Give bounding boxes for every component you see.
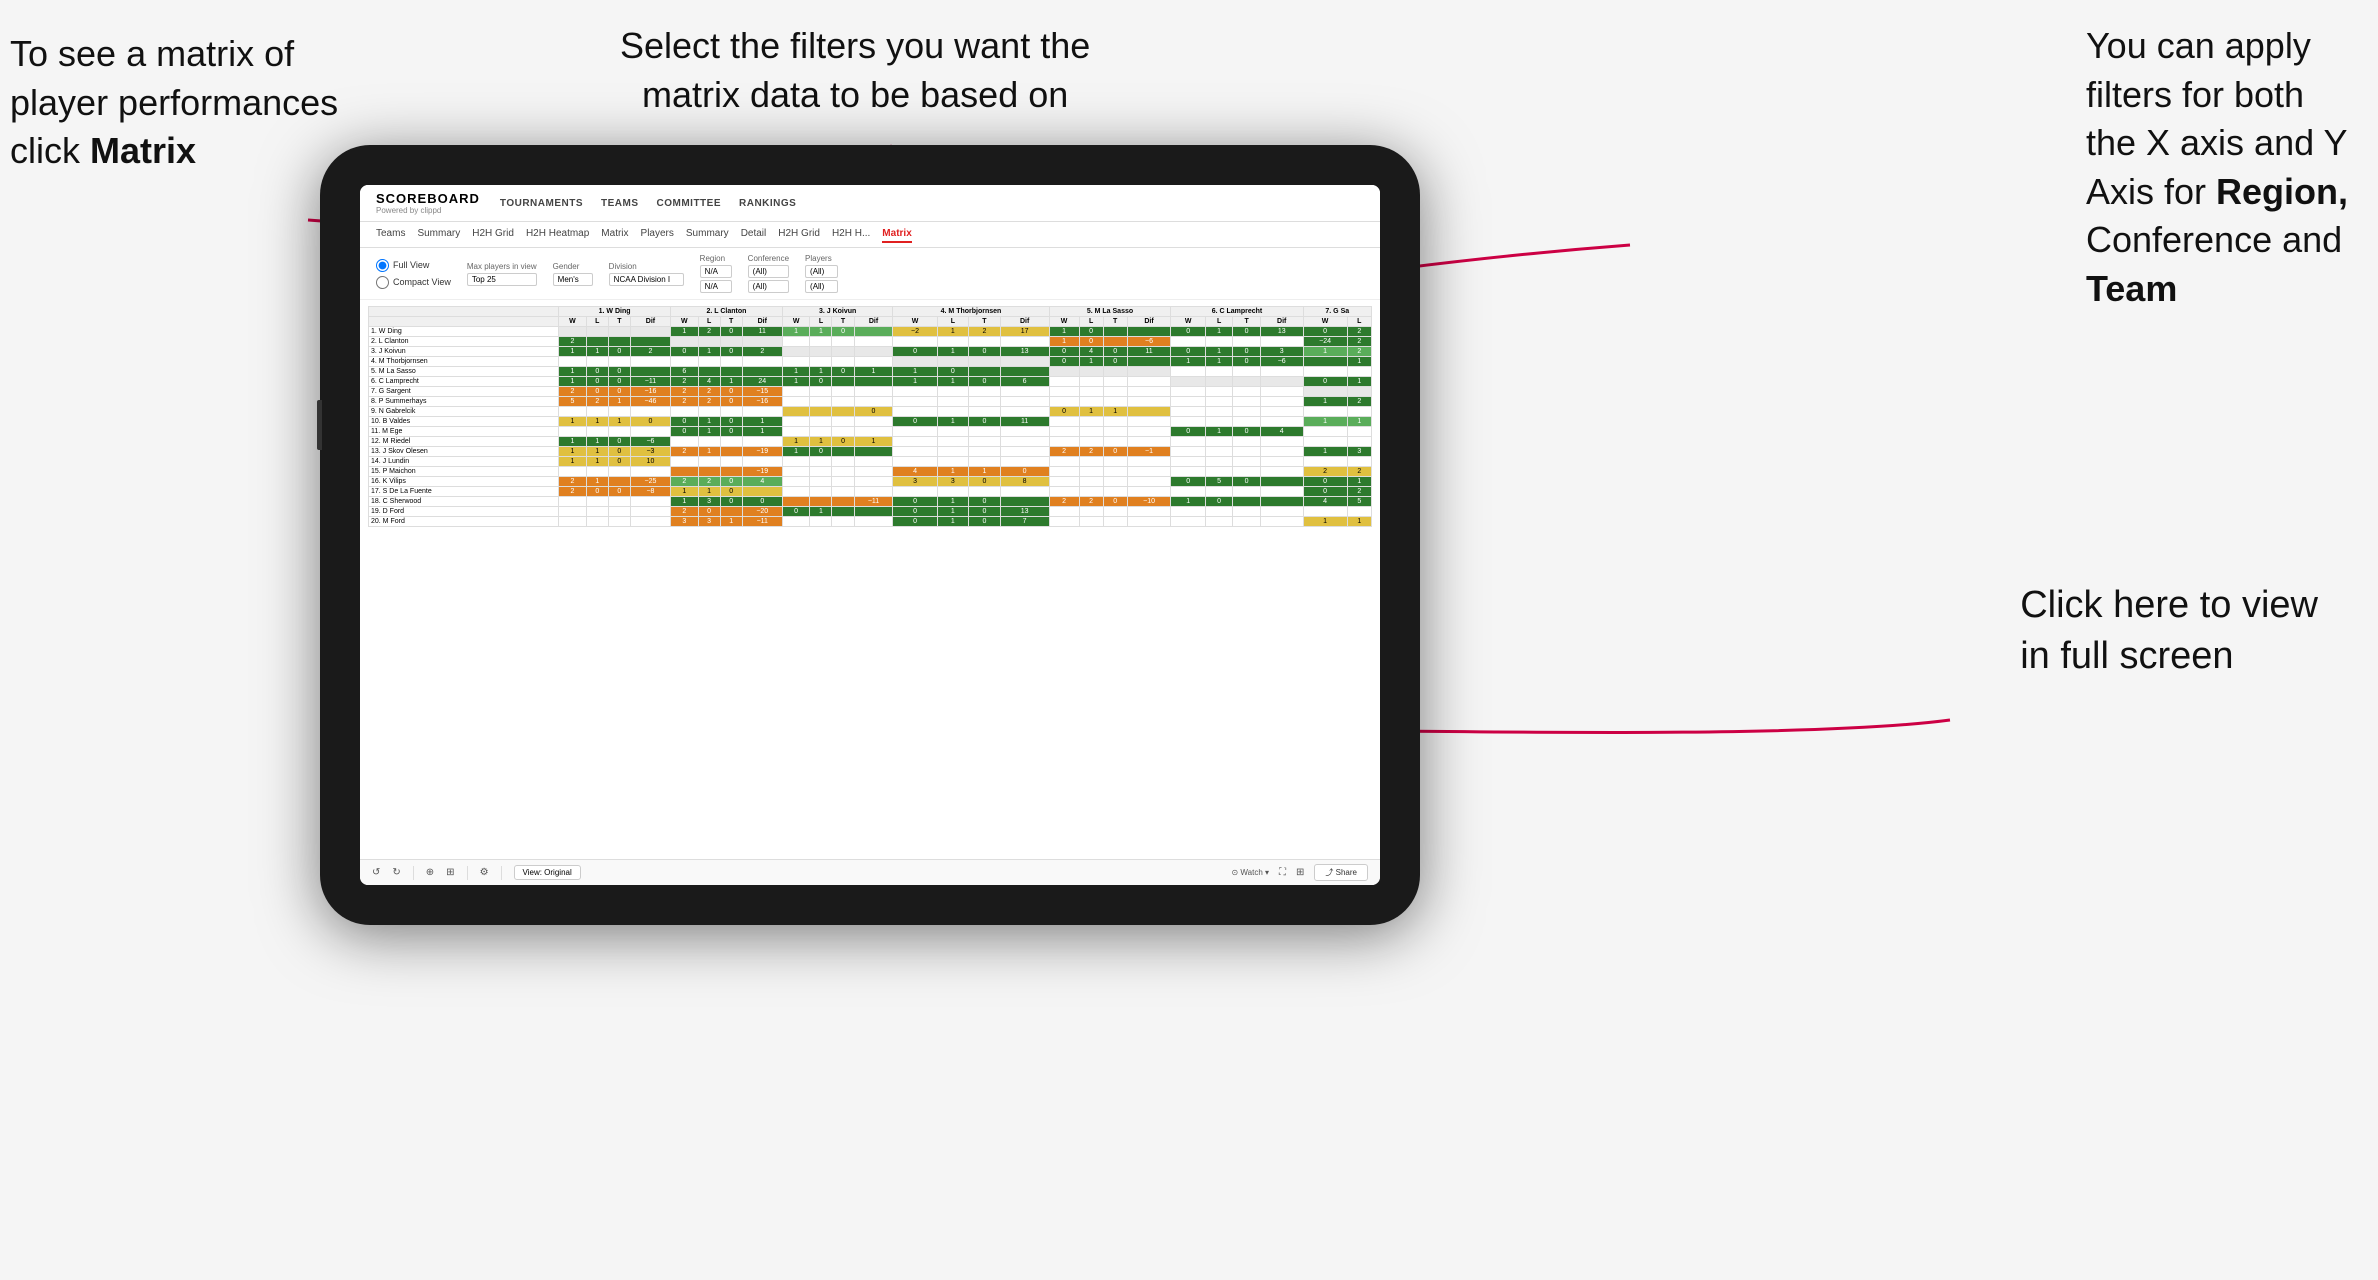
players-select-2[interactable]: (All) [805, 280, 838, 293]
tab-players[interactable]: Players [641, 226, 674, 243]
scoreboard-logo: SCOREBOARD Powered by clippd [376, 191, 480, 215]
sub-header-row: WLTDif WLTDif WLTDif WLTDif WLTDif WLTDi… [369, 317, 1372, 327]
gender-select[interactable]: Men's [553, 273, 593, 286]
grid-icon[interactable]: ⊞ [1296, 867, 1304, 878]
max-players-select[interactable]: Top 25 [467, 273, 537, 286]
nav-rankings[interactable]: RANKINGS [739, 198, 796, 209]
table-row: 16. K Vilips21−252204330805001 [369, 477, 1372, 487]
col-header-row: 1. W Ding 2. L Clanton 3. J Koivun 4. M … [369, 307, 1372, 317]
tablet-screen: SCOREBOARD Powered by clippd TOURNAMENTS… [360, 185, 1380, 885]
separator-3 [501, 866, 502, 880]
nav-tournaments[interactable]: TOURNAMENTS [500, 198, 583, 209]
region-select-1[interactable]: N/A [700, 265, 732, 278]
col-1-ding: 1. W Ding [559, 307, 671, 317]
col-2-clanton: 2. L Clanton [671, 307, 783, 317]
annotation-top-left: To see a matrix of player performances c… [10, 30, 338, 176]
table-row: 14. J Lundin11010 [369, 457, 1372, 467]
scoreboard-header: SCOREBOARD Powered by clippd TOURNAMENTS… [360, 185, 1380, 222]
separator-2 [467, 866, 468, 880]
nav-teams[interactable]: TEAMS [601, 198, 639, 209]
nav-committee[interactable]: COMMITTEE [657, 198, 722, 209]
tab-h2h-grid2[interactable]: H2H Grid [778, 226, 820, 243]
players-select-1[interactable]: (All) [805, 265, 838, 278]
zoom-fit-icon[interactable]: ⊞ [446, 867, 454, 878]
annotation-top-center: Select the filters you want the matrix d… [620, 22, 1090, 119]
table-row: 3. J Koivun110201020101304011010312 [369, 347, 1372, 357]
table-row: 8. P Summerhays521−46220−1612 [369, 397, 1372, 407]
max-players-filter: Max players in view Top 25 [467, 262, 537, 286]
col-3-koivun: 3. J Koivun [782, 307, 893, 317]
matrix-table-area: 1. W Ding 2. L Clanton 3. J Koivun 4. M … [360, 300, 1380, 859]
tab-h2h-h[interactable]: H2H H... [832, 226, 870, 243]
conference-filter: Conference (All) (All) [748, 254, 789, 293]
division-filter: Division NCAA Division I [609, 262, 684, 286]
share-button[interactable]: ⤴ Share [1314, 864, 1368, 881]
redo-icon[interactable]: ↻ [392, 867, 400, 878]
players-filter: Players (All) (All) [805, 254, 838, 293]
table-row: 5. M La Sasso1006110110 [369, 367, 1372, 377]
table-row: 15. P Maichon−19411022 [369, 467, 1372, 477]
settings-icon[interactable]: ⚙ [480, 867, 489, 878]
table-row: 10. B Valdes111001010101111 [369, 417, 1372, 427]
bottom-bar-right: ⊙ Watch ▾ ⛶ ⊞ ⤴ Share [1231, 864, 1368, 881]
table-row: 11. M Ege01010104 [369, 427, 1372, 437]
col-4-thor: 4. M Thorbjornsen [893, 307, 1049, 317]
annotation-top-right: You can apply filters for both the X axi… [2086, 22, 2348, 314]
table-row: 20. M Ford331−11010711 [369, 517, 1372, 527]
bottom-bar: ↺ ↻ ⊕ ⊞ ⚙ View: Original ⊙ Watch ▾ ⛶ ⊞ ⤴… [360, 859, 1380, 885]
table-row: 17. S De La Fuente200−811002 [369, 487, 1372, 497]
tab-summary2[interactable]: Summary [686, 226, 729, 243]
watch-label[interactable]: ⊙ Watch ▾ [1231, 868, 1269, 877]
tab-h2h-heatmap[interactable]: H2H Heatmap [526, 226, 589, 243]
undo-icon[interactable]: ↺ [372, 867, 380, 878]
pointer-icon[interactable]: ⊕ [426, 867, 434, 878]
tablet-device: SCOREBOARD Powered by clippd TOURNAMENTS… [320, 145, 1420, 925]
col-7-sa: 7. G Sa [1303, 307, 1371, 317]
table-row: 18. C Sherwood1300−11010220−101045 [369, 497, 1372, 507]
division-select[interactable]: NCAA Division I [609, 273, 684, 286]
region-filter: Region N/A N/A [700, 254, 732, 293]
gender-filter: Gender Men's [553, 262, 593, 286]
table-row: 6. C Lamprecht100−112412410110601 [369, 377, 1372, 387]
region-select-2[interactable]: N/A [700, 280, 732, 293]
tab-matrix-active[interactable]: Matrix [882, 226, 911, 243]
table-row: 12. M Riedel110−61101 [369, 437, 1372, 447]
tab-matrix[interactable]: Matrix [601, 226, 628, 243]
main-nav: TOURNAMENTS TEAMS COMMITTEE RANKINGS [500, 198, 796, 209]
filters-area: Full View Compact View Max players in vi… [360, 248, 1380, 300]
table-row: 7. G Sargent200−16220−15 [369, 387, 1372, 397]
tab-summary[interactable]: Summary [417, 226, 460, 243]
tab-h2h-grid[interactable]: H2H Grid [472, 226, 514, 243]
view-type-radio: Full View Compact View [376, 259, 451, 289]
matrix-table: 1. W Ding 2. L Clanton 3. J Koivun 4. M … [368, 306, 1372, 527]
conference-select-2[interactable]: (All) [748, 280, 789, 293]
annotation-bottom-right: Click here to view in full screen [2020, 580, 2318, 683]
conference-select-1[interactable]: (All) [748, 265, 789, 278]
table-row: 19. D Ford20−200101013 [369, 507, 1372, 517]
view-original-button[interactable]: View: Original [514, 865, 581, 880]
table-row: 1. W Ding12011110−21217100101302 [369, 327, 1372, 337]
table-row: 2. L Clanton210−6−242 [369, 337, 1372, 347]
col-5-sasso: 5. M La Sasso [1049, 307, 1171, 317]
table-row: 13. J Skov Olesen110−321−1910220−113 [369, 447, 1372, 457]
tab-teams[interactable]: Teams [376, 226, 405, 243]
filter-row: Full View Compact View Max players in vi… [376, 254, 1364, 293]
table-row: 4. M Thorbjornsen010110−61 [369, 357, 1372, 367]
tab-detail[interactable]: Detail [741, 226, 767, 243]
sub-tabs-bar: Teams Summary H2H Grid H2H Heatmap Matri… [360, 222, 1380, 248]
tablet-side-button [317, 400, 322, 450]
screen-icon[interactable]: ⛶ [1279, 867, 1286, 878]
separator-1 [413, 866, 414, 880]
table-row: 9. N Gabrelcik0011 [369, 407, 1372, 417]
col-6-lamp: 6. C Lamprecht [1171, 307, 1303, 317]
